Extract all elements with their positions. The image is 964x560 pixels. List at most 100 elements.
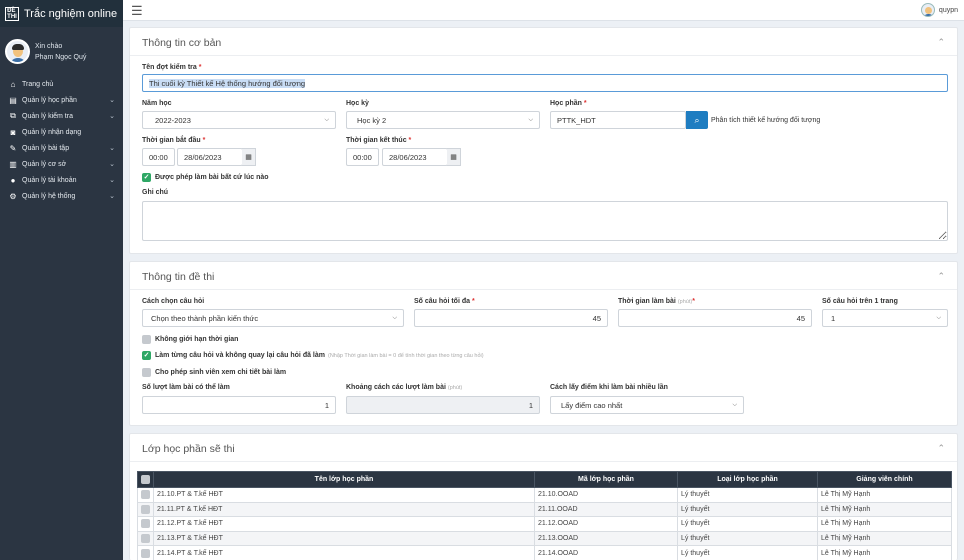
sidebar: ĐỀ THI Trắc nghiệm online Xin chào Phạm N… [0,0,123,560]
table-cell: Lê Thị Mỹ Hạnh [817,516,952,532]
cogs-icon: ⚙ [9,191,17,201]
chevron-down-icon: ⌵ [324,116,329,123]
chevron-down-icon: ⌵ [528,116,533,123]
end-date-input[interactable]: 28/06/2023 [382,148,448,166]
check-icon: ✓ [142,173,151,182]
table-cell: 21.10.OOAD [534,487,678,503]
user-name: Phạm Ngọc Quý [35,53,87,61]
semester-select[interactable]: Học kỳ 2 ⌵ [346,111,540,129]
chevron-down-icon: ⌄ [109,113,115,120]
start-date-input[interactable]: 28/06/2023 [177,148,243,166]
row-checkbox[interactable] [137,501,154,518]
gap-input[interactable]: 1 [346,396,540,414]
sidebar-item-5[interactable]: ▥ Quản lý cơ sở ⌄ [0,156,123,172]
table-cell: 21.14.OOAD [534,545,678,560]
table-cell: 21.11.OOAD [534,501,678,518]
max-questions-input[interactable]: 45 [414,309,608,327]
gap-label: Khoảng cách các lượt làm bài (phút) [346,384,463,391]
chevron-down-icon: ⌄ [109,193,115,200]
user-icon: ● [10,175,16,185]
attempts-input[interactable]: 1 [142,396,336,414]
sidebar-item-7[interactable]: ⚙ Quản lý hệ thống ⌄ [0,188,123,204]
sidebar-item-label: Quản lý học phần [22,96,77,104]
no-time-limit-checkbox[interactable]: Không giới hạn thời gian [142,335,238,344]
table-row[interactable]: 21.12.PT & T.kế HĐT 21.12.OOAD Lý thuyết Lê… [137,516,952,532]
per-page-select[interactable]: 1 ⌵ [822,309,948,327]
table-cell: 21.12.OOAD [534,516,678,532]
note-textarea[interactable] [142,201,948,241]
sidebar-item-label: Quản lý cơ sở [22,160,67,168]
sidebar-menu: ⌂ Trang chủ ▤ Quản lý học phần ⌄ ⧉ Quản lý kiể… [0,76,123,204]
calendar-icon[interactable]: ▦ [242,148,256,166]
course-label: Học phần * [550,100,587,107]
panel-title: Thông tin cơ bản [142,37,222,49]
exam-name-input[interactable]: Thi cuối kỳ Thiết kế Hệ thống hướng đối … [142,74,948,92]
row-checkbox[interactable] [137,530,154,547]
sidebar-item-6[interactable]: ● Quản lý tài khoản ⌄ [0,172,123,188]
sidebar-item-1[interactable]: ▤ Quản lý học phần ⌄ [0,92,123,108]
sidebar-item-4[interactable]: ✎ Quản lý bài tập ⌄ [0,140,123,156]
classes-table: Tên lớp học phần Mã lớp học phần Loại lớ… [137,471,952,560]
search-course-button[interactable]: ⌕ [686,111,708,129]
sidebar-item-label: Quản lý nhận dạng [22,128,82,136]
calendar-icon[interactable]: ▦ [447,148,461,166]
duration-input[interactable]: 45 [618,309,812,327]
top-user-menu[interactable]: quypn [920,3,958,17]
table-cell: Lê Thị Mỹ Hạnh [817,545,952,560]
end-time-input[interactable]: 00:00 [346,148,379,166]
table-cell: Lý thuyết [677,487,818,503]
duration-label: Thời gian làm bài (phút)* [618,298,695,305]
table-cell: Lê Thị Mỹ Hạnh [817,487,952,503]
row-checkbox[interactable] [137,516,154,532]
allow-anytime-checkbox[interactable]: ✓ Được phép làm bài bất cứ lúc nào [142,173,269,182]
chevron-down-icon: ⌵ [732,401,737,408]
building-icon: ▥ [9,159,17,169]
chevron-down-icon: ⌄ [109,161,115,168]
table-cell: 21.11.PT & T.kế HĐT [153,501,535,518]
hamburger-icon[interactable]: ☰ [131,4,143,17]
table-cell: Lý thuyết [677,530,818,547]
score-method-label: Cách lấy điểm khi làm bài nhiều lần [550,384,668,391]
col-class-code: Mã lớp học phần [534,471,678,488]
classes-panel: Lớp học phần sẽ thi ⌃ Tên lớp học phần M… [129,433,958,560]
collapse-icon[interactable]: ⌃ [937,443,945,454]
choose-method-select[interactable]: Chọn theo thành phần kiến thức ⌵ [142,309,404,327]
col-class-name: Tên lớp học phần [153,471,535,488]
sequential-checkbox[interactable]: ✓ Làm từng câu hỏi và không quay lại câu … [142,351,484,360]
table-cell: Lý thuyết [677,501,818,518]
row-checkbox[interactable] [137,545,154,560]
attempts-label: Số lượt làm bài có thể làm [142,384,230,391]
exam-name-label: Tên đợt kiểm tra * [142,64,202,71]
collapse-icon[interactable]: ⌃ [937,271,945,282]
start-time-input[interactable]: 00:00 [142,148,175,166]
score-method-select[interactable]: Lấy điểm cao nhất ⌵ [550,396,744,414]
avatar [5,39,30,64]
brand[interactable]: ĐỀ THI Trắc nghiệm online [0,0,123,27]
top-username: quypn [938,6,958,14]
table-row[interactable]: 21.14.PT & T.kế HĐT 21.14.OOAD Lý thuyết Lê… [137,545,952,560]
app-title: Trắc nghiệm online [24,7,118,20]
sidebar-item-label: Trang chủ [22,80,54,88]
row-checkbox[interactable] [137,487,154,503]
table-cell: 21.14.PT & T.kế HĐT [153,545,535,560]
select-all-checkbox[interactable] [137,471,154,488]
chevron-down-icon: ⌄ [109,145,115,152]
chevron-down-icon: ⌄ [109,97,115,104]
sidebar-item-3[interactable]: ◙ Quản lý nhận dạng [0,124,123,140]
allow-view-detail-checkbox[interactable]: Cho phép sinh viên xem chi tiết bài làm [142,368,286,377]
user-panel: Xin chào Phạm Ngọc Quý [0,27,123,74]
sidebar-item-0[interactable]: ⌂ Trang chủ [0,76,123,92]
collapse-icon[interactable]: ⌃ [937,37,945,48]
table-cell: 21.10.PT & T.kế HĐT [153,487,535,503]
max-questions-label: Số câu hỏi tối đa * [414,298,475,305]
school-year-select[interactable]: 2022-2023 ⌵ [142,111,336,129]
sidebar-item-2[interactable]: ⧉ Quản lý kiểm tra ⌄ [0,108,123,124]
course-code-input[interactable]: PTTK_HDT [550,111,686,129]
table-row[interactable]: 21.10.PT & T.kế HĐT 21.10.OOAD Lý thuyết Lê… [137,487,952,503]
greeting: Xin chào [35,42,63,50]
end-time-label: Thời gian kết thúc * [346,137,412,144]
edit-icon: ✎ [9,143,17,153]
app-logo-icon: ĐỀ THI [5,6,19,21]
table-row[interactable]: 21.11.PT & T.kế HĐT 21.11.OOAD Lý thuyết Lê… [137,501,952,518]
table-row[interactable]: 21.13.PT & T.kế HĐT 21.13.OOAD Lý thuyết Lê… [137,530,952,547]
